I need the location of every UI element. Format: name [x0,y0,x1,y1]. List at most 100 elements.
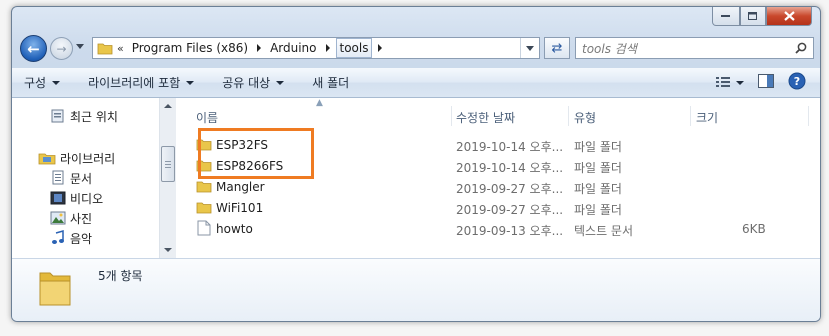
address-history-dropdown[interactable] [520,38,539,58]
sidebar-item-label: 비디오 [70,191,104,206]
recent-pages-dropdown[interactable] [76,44,84,49]
file-list: ▲ 이름 수정한 날짜 유형 크기 ESP32FS 2019-10-14 오후.… [176,98,820,258]
chevron-down-icon [164,248,172,252]
file-type: 텍스트 문서 [574,224,634,238]
file-type: 파일 폴더 [574,203,622,217]
libraries-icon [38,153,56,165]
file-size: 6KB [742,222,766,236]
command-bar: 구성 라이브러리에 포함 공유 대상 새 폴더 ? [12,68,820,98]
sidebar-item-label: 최근 위치 [70,109,118,124]
back-button[interactable]: ← [20,35,47,62]
search-input[interactable]: tools 검색 [575,37,814,59]
forward-arrow-icon: → [56,41,67,56]
file-modified: 2019-09-27 오후... [456,182,564,196]
preview-pane-button[interactable] [758,74,774,91]
sidebar-item-documents[interactable]: 문서 [50,168,92,188]
file-type: 파일 폴더 [574,140,622,154]
svg-text:?: ? [794,75,800,88]
column-divider[interactable] [690,106,691,126]
sidebar-item-videos[interactable]: 비디오 [50,188,103,208]
file-modified: 2019-09-27 오후... [456,203,564,217]
scroll-down-button[interactable] [160,242,176,258]
new-folder-button[interactable]: 새 폴더 [296,71,361,95]
file-row[interactable]: howto 2019-09-13 오후... 텍스트 문서 6KB [176,220,816,240]
chevron-down-icon [736,80,744,85]
file-type: 파일 폴더 [574,161,622,175]
annotation-highlight-box [198,128,314,179]
file-row[interactable]: WiFi101 2019-09-27 오후... 파일 폴더 [176,199,816,219]
text-document-icon [197,220,211,236]
chevron-down-icon [276,80,285,85]
column-header-modified[interactable]: 수정한 날짜 [456,106,515,128]
refresh-icon: ⇄ [551,40,563,56]
breadcrumb-overflow[interactable]: « [117,42,124,55]
help-icon: ? [788,72,806,90]
file-name: Mangler [216,180,265,194]
navigation-bar: ← → « Program Files (x86) Arduino tools … [20,34,814,64]
pictures-icon [50,211,66,225]
column-divider[interactable] [451,106,452,126]
navigation-scrollbar[interactable] [159,98,176,258]
column-divider[interactable] [808,106,809,126]
refresh-button[interactable]: ⇄ [544,37,570,59]
folder-icon [97,43,113,55]
folder-icon [39,272,71,306]
folder-icon [196,202,212,214]
view-list-icon [716,77,730,87]
scroll-up-button[interactable] [160,98,176,114]
sidebar-item-recent[interactable]: 최근 위치 [50,106,118,126]
chevron-up-icon [164,104,172,108]
content-area: 최근 위치 라이브러리 문서 비디오 사진 음악 ▲ 이름 수정한 날짜 유형 … [12,98,820,258]
sidebar-item-label: 사진 [70,211,93,226]
chevron-down-icon [186,80,195,85]
search-icon [795,42,807,54]
column-header-name[interactable]: 이름 [196,106,218,128]
close-icon [783,11,795,21]
breadcrumb-arduino[interactable]: Arduino [267,38,319,58]
file-type: 파일 폴더 [574,182,622,196]
maximize-button[interactable] [740,7,766,26]
music-icon [52,230,64,244]
explorer-window: ← → « Program Files (x86) Arduino tools … [0,0,829,336]
maximize-icon [748,11,757,20]
view-controls: ? [716,72,820,93]
help-button[interactable]: ? [788,72,806,93]
sort-ascending-icon: ▲ [316,98,323,108]
column-divider[interactable] [568,106,569,126]
file-name: howto [216,222,253,236]
share-with-button[interactable]: 공유 대상 [206,71,296,95]
close-button[interactable] [766,7,812,26]
breadcrumb-separator-icon[interactable] [325,44,330,52]
folder-icon [196,181,212,193]
details-pane: 5개 항목 [12,258,820,321]
breadcrumb-separator-icon[interactable] [257,44,262,52]
forward-button[interactable]: → [50,37,73,60]
column-header-size[interactable]: 크기 [696,106,718,128]
sidebar-item-pictures[interactable]: 사진 [50,208,92,228]
sidebar-item-music[interactable]: 음악 [50,228,92,248]
chevron-down-icon [526,45,534,51]
preview-pane-icon [758,74,774,88]
breadcrumb-tools[interactable]: tools [335,38,373,58]
organize-button[interactable]: 구성 [12,71,72,95]
column-header-type[interactable]: 유형 [574,106,596,128]
back-arrow-icon: ← [27,39,40,58]
file-name: WiFi101 [216,201,264,215]
recent-places-icon [51,109,64,123]
scrollbar-thumb[interactable] [161,146,175,182]
address-bar[interactable]: « Program Files (x86) Arduino tools [92,37,540,59]
sidebar-item-libraries[interactable]: 라이브러리 [38,148,115,168]
change-view-button[interactable] [716,77,744,88]
videos-icon [50,191,66,205]
file-modified: 2019-09-13 오후... [456,224,564,238]
minimize-button[interactable] [712,7,740,26]
breadcrumb-separator-icon[interactable] [378,44,383,52]
search-placeholder: tools 검색 [582,41,637,56]
share-with-label: 공유 대상 [222,76,271,90]
breadcrumb-program-files[interactable]: Program Files (x86) [129,38,251,58]
sidebar-item-label: 라이브러리 [60,151,116,166]
file-modified: 2019-10-14 오후... [456,161,564,175]
include-library-button[interactable]: 라이브러리에 포함 [72,71,206,95]
file-row[interactable]: Mangler 2019-09-27 오후... 파일 폴더 [176,178,816,198]
caption-buttons [712,7,812,27]
